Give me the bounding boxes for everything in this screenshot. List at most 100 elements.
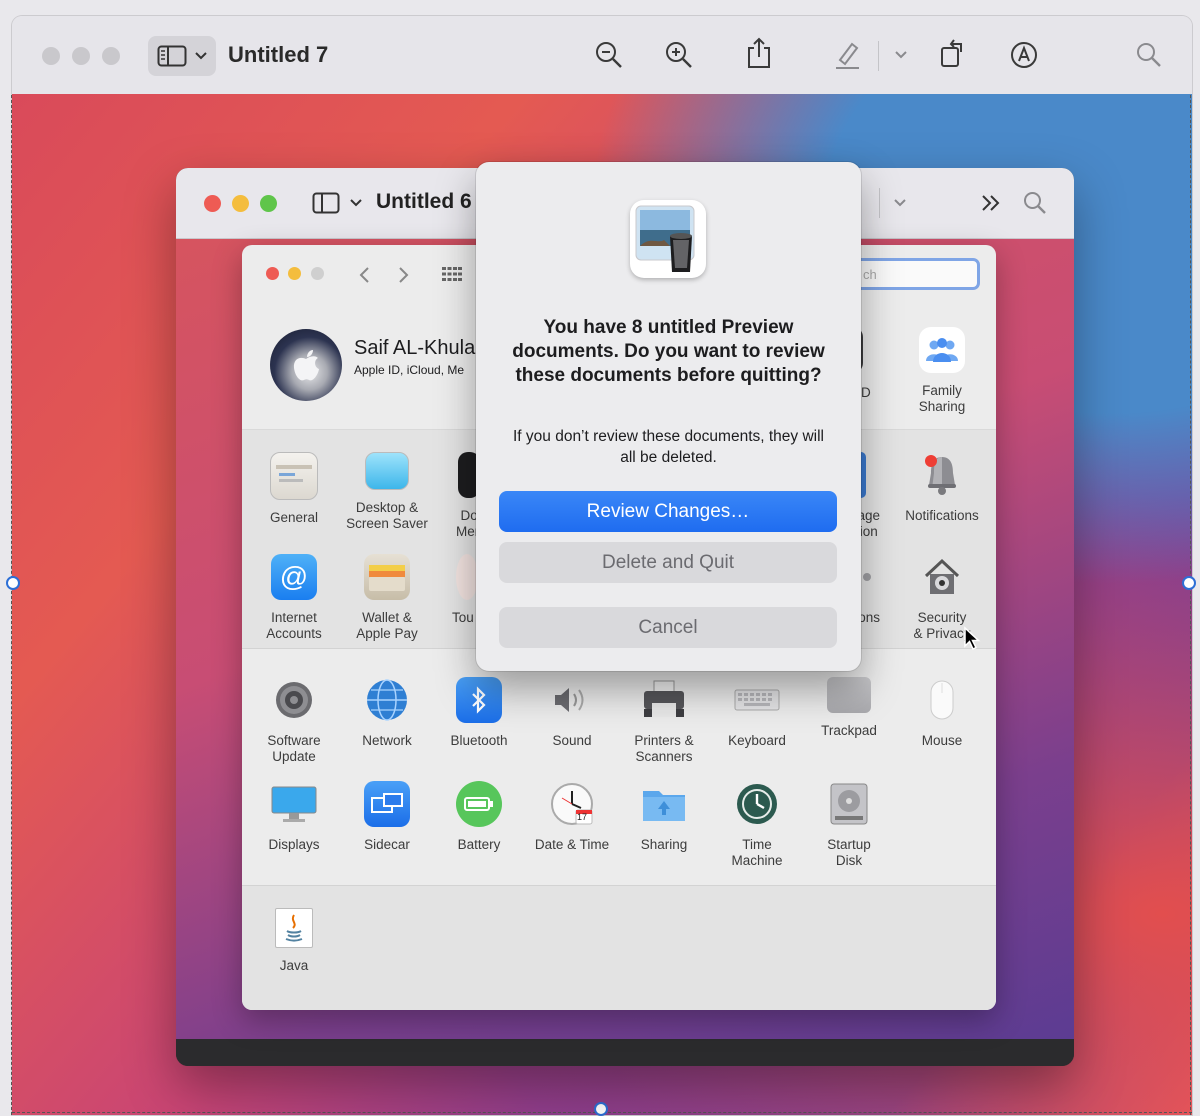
pref-label: Startup Disk: [827, 837, 871, 868]
zoom-button[interactable]: [311, 267, 324, 280]
markup-button[interactable]: [1007, 38, 1041, 72]
delete-and-quit-button[interactable]: Delete and Quit: [499, 542, 837, 583]
rotate-button[interactable]: [936, 36, 970, 70]
pref-label: Security & Privacy: [913, 610, 971, 641]
pref-trackpad[interactable]: Trackpad: [803, 677, 895, 739]
pref-label: Tou: [452, 610, 474, 625]
resize-handle-bottom[interactable]: [594, 1102, 608, 1116]
pref-sidecar[interactable]: Sidecar: [341, 781, 433, 853]
trackpad-icon: [827, 677, 871, 713]
mouse-cursor-icon: [964, 626, 981, 651]
globe-icon: [364, 677, 410, 723]
pref-sharing[interactable]: Sharing: [618, 781, 710, 853]
pref-notifications[interactable]: Notifications: [896, 452, 988, 524]
pref-desktop-screen-saver[interactable]: Desktop & Screen Saver: [341, 452, 433, 532]
sidebar-toggle-button[interactable]: [148, 36, 216, 76]
pref-family-sharing[interactable]: Family Sharing: [896, 327, 988, 415]
resize-handle-left[interactable]: [6, 576, 20, 590]
pref-touch-id[interactable]: Tou: [442, 554, 476, 626]
time-machine-icon: [734, 781, 780, 827]
pref-displays[interactable]: Displays: [248, 781, 340, 853]
forward-icon[interactable]: [398, 266, 410, 284]
disk-icon: [826, 781, 872, 827]
rotate-icon: [941, 39, 962, 67]
close-button[interactable]: [266, 267, 279, 280]
close-button[interactable]: [42, 47, 60, 65]
keyboard-icon: [734, 677, 780, 723]
outer-toolbar: Untitled 7: [12, 16, 1192, 95]
pref-printers-scanners[interactable]: Printers & Scanners: [618, 677, 710, 765]
pref-keyboard[interactable]: Keyboard: [711, 677, 803, 749]
markup-icon: [1011, 42, 1037, 68]
mouse-icon: [919, 677, 965, 723]
share-icon: [748, 37, 770, 68]
pref-startup-disk[interactable]: Startup Disk: [803, 781, 895, 869]
toolbar-separator: [879, 188, 880, 218]
pref-label: Software Update: [267, 733, 321, 764]
zoom-button[interactable]: [102, 47, 120, 65]
minimize-button[interactable]: [288, 267, 301, 280]
family-sharing-icon: [919, 327, 965, 373]
sidebar-icon: [157, 45, 187, 67]
pref-general[interactable]: General: [248, 452, 340, 526]
pref-label: Notifications: [905, 508, 979, 523]
chevron-down-icon: [350, 199, 362, 207]
pref-time-machine[interactable]: Time Machine: [711, 781, 803, 869]
at-sign-icon: @: [271, 554, 317, 600]
zoom-out-button[interactable]: [592, 38, 626, 72]
toolbar-separator: [878, 41, 879, 71]
printer-icon: [641, 677, 687, 723]
sidecar-icon: [364, 781, 410, 827]
sidebar-toggle-button[interactable]: [312, 192, 362, 214]
pref-label: age ion: [857, 508, 880, 539]
pref-sound[interactable]: Sound: [526, 677, 618, 749]
review-changes-button[interactable]: Review Changes…: [499, 491, 837, 532]
cancel-button[interactable]: Cancel: [499, 607, 837, 648]
resize-handle-right[interactable]: [1182, 576, 1196, 590]
apple-logo-icon: [293, 350, 319, 381]
minimize-button[interactable]: [72, 47, 90, 65]
double-chevron-right-icon: [982, 195, 1000, 211]
pref-label: Wallet & Apple Pay: [356, 610, 418, 641]
pref-network[interactable]: Network: [341, 677, 433, 749]
desktop-screen-saver-icon: [365, 452, 409, 490]
pref-java[interactable]: Java: [248, 908, 340, 974]
avatar[interactable]: [270, 329, 342, 401]
gear-icon: [271, 677, 317, 723]
pref-bluetooth[interactable]: Bluetooth: [433, 677, 525, 749]
grid-icon[interactable]: [442, 267, 462, 281]
clock-icon: 17: [549, 781, 595, 827]
close-button[interactable]: [204, 195, 221, 212]
pref-label: Date & Time: [534, 837, 610, 852]
search-button[interactable]: [1018, 186, 1052, 220]
window-title: Untitled 7: [228, 42, 329, 67]
pref-label: Java: [279, 958, 309, 973]
pref-wallet-apple-pay[interactable]: Wallet & Apple Pay: [341, 554, 433, 642]
dialog-message: If you don’t review these documents, the…: [512, 428, 824, 466]
highlight-menu-button[interactable]: [884, 38, 918, 72]
pref-label: Printers & Scanners: [634, 733, 694, 764]
markup-menu-button[interactable]: [883, 186, 917, 220]
pref-date-time[interactable]: 17 Date & Time: [526, 781, 618, 853]
zoom-button[interactable]: [260, 195, 277, 212]
pref-mouse[interactable]: Mouse: [896, 677, 988, 749]
search-input[interactable]: ch: [854, 258, 980, 290]
highlight-button[interactable]: [830, 38, 864, 72]
pref-software-update[interactable]: Software Update: [248, 677, 340, 765]
date-badge: 17: [577, 812, 588, 822]
zoom-in-button[interactable]: [662, 38, 696, 72]
share-button[interactable]: [742, 36, 776, 70]
pref-battery[interactable]: Battery: [433, 781, 525, 853]
search-button[interactable]: [1132, 38, 1166, 72]
search-icon: [1024, 192, 1046, 214]
pref-internet-accounts[interactable]: @ Internet Accounts: [248, 554, 340, 642]
more-tools-button[interactable]: [974, 186, 1008, 220]
pref-label: Mouse: [921, 733, 963, 748]
pref-label: Time Machine: [731, 837, 783, 868]
pref-label: Network: [362, 733, 412, 748]
display-icon: [271, 781, 317, 827]
dialog-title: You have 8 untitled Preview documents. D…: [512, 317, 825, 386]
general-icon: [270, 452, 318, 500]
minimize-button[interactable]: [232, 195, 249, 212]
back-icon[interactable]: [358, 266, 370, 284]
